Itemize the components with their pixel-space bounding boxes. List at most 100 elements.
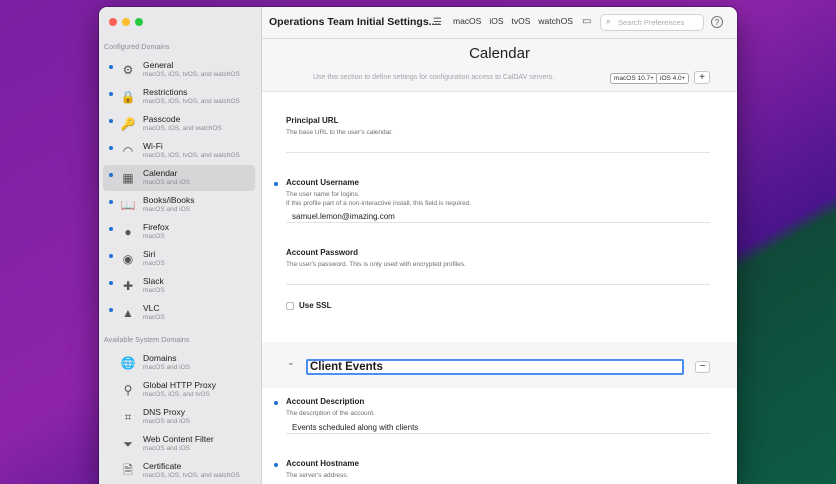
sidebar-item-wi-fi[interactable]: ◠ Wi-Fi macOS, iOS, tvOS, and watchOS <box>103 138 255 164</box>
sidebar-item-siri[interactable]: ◉ Siri macOS <box>103 246 255 272</box>
minimize-window-button[interactable] <box>122 18 130 26</box>
macos-version-badge: macOS 10.7+ <box>610 73 658 84</box>
use-ssl-checkbox[interactable] <box>286 301 294 310</box>
sidebar-item-platforms: macOS <box>143 233 165 240</box>
sidebar-item-platforms: macOS, iOS, tvOS, and watchOS <box>143 71 240 78</box>
sidebar-item-platforms: macOS and iOS <box>143 418 190 425</box>
account-username-input[interactable] <box>286 210 710 223</box>
sidebar-item-domains[interactable]: 🌐 Domains macOS and iOS <box>103 350 255 376</box>
account-hostname-label: Account Hostname <box>286 459 359 468</box>
account-description-label: Account Description <box>286 397 365 406</box>
siri-icon: ◉ <box>122 252 134 266</box>
globe-icon: 🌐 <box>120 356 136 370</box>
account-description-input[interactable] <box>286 421 710 434</box>
configured-indicator <box>109 146 113 150</box>
proxy-icon: ⚲ <box>123 383 133 397</box>
filter-icon: ⏷ <box>123 436 133 451</box>
page-description: Use this section to define settings for … <box>313 74 555 81</box>
platform-watchos[interactable]: watchOS <box>534 15 577 27</box>
sidebar-item-firefox[interactable]: ● Firefox macOS <box>103 219 255 245</box>
sidebar-item-label: Calendar <box>143 168 178 178</box>
chevron-down-icon[interactable]: ⌄ <box>287 357 295 368</box>
use-ssl-label: Use SSL <box>299 301 332 310</box>
sidebar-item-calendar[interactable]: ▦ Calendar macOS and iOS <box>103 165 255 191</box>
search-field[interactable]: ⌕ <box>600 14 704 31</box>
sidebar-item-label: Domains <box>143 353 177 363</box>
configured-indicator <box>109 92 113 96</box>
payload-name-input[interactable] <box>306 359 684 375</box>
main-content: Calendar Use this section to define sett… <box>262 39 737 484</box>
sidebar-item-label: Restrictions <box>143 87 188 97</box>
sidebar-item-label: Wi-Fi <box>143 141 163 151</box>
available-domains-title: Available System Domains <box>104 337 190 344</box>
account-username-label: Account Username <box>286 178 359 187</box>
preview-icon[interactable]: ▭ <box>582 16 591 27</box>
sidebar-item-platforms: macOS, iOS, and watchOS <box>143 125 222 132</box>
help-button[interactable]: ? <box>711 16 723 28</box>
configured-indicator <box>109 281 113 285</box>
sidebar-item-platforms: macOS and iOS <box>143 445 190 452</box>
principal-url-input[interactable] <box>286 140 710 153</box>
configured-indicator <box>109 254 113 258</box>
sidebar-item-dns-proxy[interactable]: ⌗ DNS Proxy macOS and iOS <box>103 404 255 430</box>
required-indicator <box>274 401 278 405</box>
sidebar-item-platforms: macOS, iOS, and tvOS <box>143 391 210 398</box>
sidebar-item-passcode[interactable]: 🔑 Passcode macOS, iOS, and watchOS <box>103 111 255 137</box>
toolbar: Operations Team Initial Settings.... ☰ m… <box>262 7 737 39</box>
sidebar-item-label: Certificate <box>143 461 182 471</box>
sidebar-item-label: General <box>143 60 174 70</box>
sidebar-item-platforms: macOS, iOS, tvOS, and watchOS <box>143 152 240 159</box>
sidebar-item-restrictions[interactable]: 🔒 Restrictions macOS, iOS, tvOS, and watch… <box>103 84 255 110</box>
sidebar-item-label: VLC <box>143 303 160 313</box>
sidebar-item-label: Global HTTP Proxy <box>143 380 217 390</box>
list-options-icon[interactable]: ☰ <box>433 17 442 28</box>
close-window-button[interactable] <box>109 18 117 26</box>
sidebar-item-label: Firefox <box>143 222 169 232</box>
configured-indicator <box>109 308 113 312</box>
account-password-label: Account Password <box>286 248 359 257</box>
add-payload-button[interactable]: + <box>694 71 710 84</box>
firefox-icon: ● <box>124 225 132 239</box>
vlc-cone-icon: ▲ <box>122 306 134 320</box>
page-title: Calendar <box>469 45 530 62</box>
sliders-icon: ⚙ <box>122 63 134 77</box>
sidebar-item-books-ibooks[interactable]: 📖 Books/iBooks macOS and iOS <box>103 192 255 218</box>
sidebar-item-platforms: macOS and iOS <box>143 179 190 186</box>
remove-payload-button[interactable]: − <box>695 361 710 373</box>
sidebar-item-web-content-filter[interactable]: ⏷ Web Content Filter macOS and iOS <box>103 431 255 457</box>
platform-macos[interactable]: macOS <box>449 15 485 27</box>
configured-indicator <box>109 227 113 231</box>
sidebar-item-certificate[interactable]: 🗎 Certificate macOS, iOS, tvOS, and watchO… <box>103 458 255 484</box>
configured-indicator <box>109 173 113 177</box>
account-password-desc: The user's password. This is only used w… <box>286 261 466 268</box>
key-icon: 🔑 <box>120 117 136 131</box>
sidebar-item-platforms: macOS <box>143 287 165 294</box>
sidebar-item-global-http-proxy[interactable]: ⚲ Global HTTP Proxy macOS, iOS, and tvOS <box>103 377 255 403</box>
sidebar-item-platforms: macOS, iOS, tvOS, and watchOS <box>143 98 240 105</box>
sidebar-item-label: Siri <box>143 249 156 259</box>
sidebar-item-platforms: macOS <box>143 260 165 267</box>
ios-version-badge: iOS 4.0+ <box>656 73 690 84</box>
window-controls <box>109 18 143 26</box>
sidebar-item-label: Books/iBooks <box>143 195 195 205</box>
principal-url-desc: The base URL to the user's calendar. <box>286 129 393 136</box>
platform-selector: macOS iOS tvOS watchOS <box>449 15 577 27</box>
platform-ios[interactable]: iOS <box>485 15 507 27</box>
account-username-desc-line1: The user name for logins. <box>286 191 360 198</box>
slack-icon: ✚ <box>122 279 134 293</box>
account-password-input[interactable] <box>286 272 710 285</box>
lock-icon: 🔒 <box>120 90 136 104</box>
search-input[interactable] <box>618 16 702 29</box>
search-icon: ⌕ <box>606 16 612 26</box>
configured-indicator <box>109 119 113 123</box>
sidebar-item-slack[interactable]: ✚ Slack macOS <box>103 273 255 299</box>
zoom-window-button[interactable] <box>135 18 143 26</box>
account-description-desc: The description of the account. <box>286 410 375 417</box>
section-header: Calendar Use this section to define sett… <box>262 39 737 92</box>
sidebar-item-label: Slack <box>143 276 164 286</box>
sidebar-item-platforms: macOS, iOS, tvOS, and watchOS <box>143 472 240 479</box>
calendar-icon: ▦ <box>122 171 134 185</box>
platform-tvos[interactable]: tvOS <box>508 15 535 27</box>
sidebar-item-vlc[interactable]: ▲ VLC macOS <box>103 300 255 326</box>
sidebar-item-general[interactable]: ⚙ General macOS, iOS, tvOS, and watchOS <box>103 57 255 83</box>
